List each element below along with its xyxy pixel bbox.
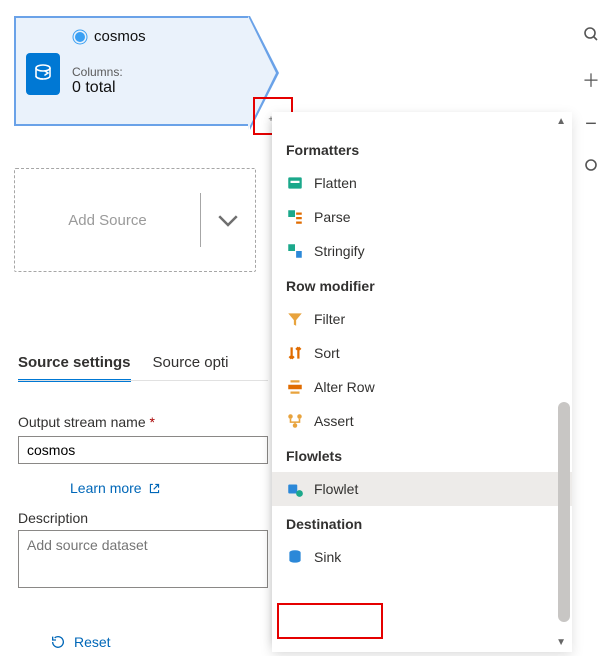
learn-more-link[interactable]: Learn more [70,480,161,496]
menu-item-flatten[interactable]: Flatten [272,166,572,200]
menu-item-assert[interactable]: Assert [272,404,572,438]
tab-underline [18,380,268,381]
output-stream-label: Output stream name * [18,414,155,430]
reset-link[interactable]: Reset [50,634,111,650]
node-columns-label: Columns: [72,65,240,79]
scroll-up-icon[interactable]: ▲ [556,116,566,127]
menu-item-label: Flatten [314,175,357,191]
search-icon[interactable] [583,26,599,47]
description-label: Description [18,510,88,526]
minus-icon[interactable]: − [585,113,597,136]
menu-item-flowlet[interactable]: Flowlet [272,472,572,506]
assert-icon [286,412,304,430]
tab-source-settings[interactable]: Source settings [18,354,131,382]
menu-item-filter[interactable]: Filter [272,302,572,336]
menu-item-label: Stringify [314,243,365,259]
reset-icon [50,634,66,650]
menu-item-sink[interactable]: Sink [272,540,572,574]
sort-icon [286,344,304,362]
node-columns-value: 0 total [72,79,240,97]
menu-item-alterrow[interactable]: Alter Row [272,370,572,404]
sink-icon [286,548,304,566]
menu-header-formatters: Formatters [272,132,572,166]
flowlet-icon [286,480,304,498]
tab-source-options[interactable]: Source opti [153,354,229,382]
menu-header-rowmodifier: Row modifier [272,268,572,302]
flatten-icon [286,174,304,192]
cosmos-icon [72,29,88,45]
right-toolbar: ＋ − [579,2,603,177]
parse-icon [286,208,304,226]
menu-item-label: Filter [314,311,345,327]
annotation-highlight-sink [277,603,383,639]
chevron-down-icon [213,205,243,235]
plus-icon[interactable]: ＋ [582,67,600,93]
menu-item-parse[interactable]: Parse [272,200,572,234]
filter-icon [286,310,304,328]
scroll-down-icon[interactable]: ▼ [556,637,566,648]
circle-icon[interactable] [584,156,598,177]
menu-item-label: Assert [314,413,354,429]
external-link-icon [148,482,161,495]
add-source-dropdown[interactable] [201,205,255,235]
menu-item-label: Alter Row [314,379,375,395]
menu-item-label: Flowlet [314,481,358,497]
stringify-icon [286,242,304,260]
source-db-icon [26,53,60,95]
output-stream-input[interactable] [18,436,268,464]
alterrow-icon [286,378,304,396]
menu-item-label: Sort [314,345,340,361]
add-source-card[interactable]: Add Source [14,168,256,272]
source-node[interactable]: cosmos Columns: 0 total [14,16,250,126]
menu-item-sort[interactable]: Sort [272,336,572,370]
add-source-label: Add Source [15,212,200,229]
menu-header-destination: Destination [272,506,572,540]
description-input[interactable] [18,530,268,588]
menu-scrollbar-thumb[interactable] [558,402,570,622]
transform-menu: ▲ Formatters Flatten Parse Stringify Row… [272,112,572,652]
menu-header-flowlets: Flowlets [272,438,572,472]
menu-item-label: Parse [314,209,351,225]
menu-item-label: Sink [314,549,341,565]
node-title: cosmos [94,28,146,45]
menu-item-stringify[interactable]: Stringify [272,234,572,268]
